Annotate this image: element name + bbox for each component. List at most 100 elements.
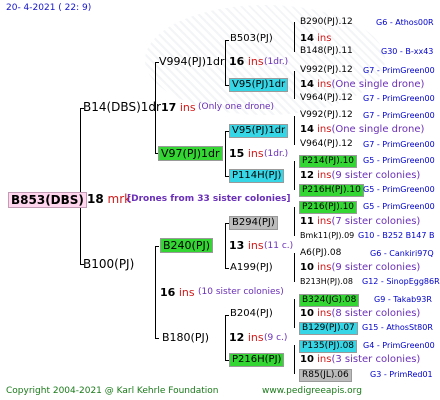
gen3-count: 11 ins(7 sister colonies) xyxy=(300,217,420,227)
gen3-colony-code[interactable]: B503(PJ) xyxy=(230,34,273,44)
count-unit: ins xyxy=(317,354,332,365)
gen2-colony-code[interactable]: B180(PJ) xyxy=(162,332,209,343)
gen3-colony-code[interactable]: B204(PJ) xyxy=(230,309,273,319)
gen4-colony-code[interactable]: A6(PJ).08 xyxy=(300,249,341,258)
gen4-info: G15 - AthosSt80R xyxy=(362,323,433,332)
gen2-note: (1dr.) xyxy=(264,57,289,67)
gen2-colony-code[interactable]: V97(PJ)1dr xyxy=(158,146,223,161)
gen4-info: G3 - PrimRed01 xyxy=(370,370,433,379)
gen4-info: G6 - Cankiri97Q xyxy=(370,249,434,258)
gen4-colony-code[interactable]: V964(PJ).12 xyxy=(300,94,353,103)
count-unit: ins xyxy=(317,308,332,319)
count-unit: ins xyxy=(317,79,332,90)
gen4-colony-code[interactable]: B148(PJ).11 xyxy=(300,47,353,56)
connector xyxy=(294,345,295,374)
gen3-colony-code[interactable]: B294(PJ) xyxy=(229,216,278,230)
gen3-count: 12 ins(9 sister colonies) xyxy=(300,171,420,181)
gen2-count: 12 ins xyxy=(229,332,264,343)
gen2-colony-code[interactable]: V994(PJ)1dr xyxy=(159,56,224,67)
connector xyxy=(225,315,229,316)
gen4-colony-code[interactable]: P216(PJ).10 xyxy=(299,201,358,214)
count-unit: ins xyxy=(317,124,332,135)
gen4-info: G5 - PrimGreen00 xyxy=(363,156,435,165)
footer-copyright: Copyright 2004-2021 @ Karl Kehrle Founda… xyxy=(6,386,219,396)
gen4-info: G6 - Athos00R xyxy=(376,18,434,27)
gen4-info: G4 - PrimGreen00 xyxy=(363,341,435,350)
connector xyxy=(294,299,295,328)
count-value: 16 xyxy=(229,55,245,68)
gen4-colony-code[interactable]: V992(PJ).12 xyxy=(300,66,353,75)
gen3-colony-code[interactable]: V95(PJ)1dr xyxy=(229,124,289,138)
connector xyxy=(225,40,226,86)
connector xyxy=(225,268,229,269)
gen2-note: (9 c.) xyxy=(264,333,288,343)
count-note: (One single drone) xyxy=(331,79,425,90)
root-count-value: 18 xyxy=(87,192,104,206)
gen4-colony-code[interactable]: R85(JL).06 xyxy=(299,369,352,382)
gen3-colony-code[interactable]: P216H(PJ) xyxy=(229,353,285,367)
connector xyxy=(225,40,229,41)
count-note: (9 sister colonies) xyxy=(331,262,421,273)
connector xyxy=(225,223,226,269)
count-value: 10 xyxy=(300,308,314,319)
count-value: 16 xyxy=(160,286,176,299)
count-unit: ins xyxy=(178,286,195,299)
gen1-colony-code[interactable]: B14(DBS)1dr xyxy=(83,101,161,113)
gen3-count: 14 ins xyxy=(300,34,331,44)
connector xyxy=(155,246,159,247)
gen1-colony-code[interactable]: B100(PJ) xyxy=(83,258,134,270)
connector xyxy=(294,116,295,145)
connector xyxy=(294,207,295,236)
gen4-info: G5 - PrimGreen00 xyxy=(363,185,435,194)
count-value: 17 xyxy=(161,101,177,114)
count-value: 10 xyxy=(300,262,314,273)
gen4-colony-code[interactable]: V964(PJ).12 xyxy=(300,140,353,149)
gen3-colony-code[interactable]: A199(PJ) xyxy=(230,263,273,273)
root-colony-code[interactable]: B853(DBS) xyxy=(8,192,87,208)
count-unit: ins xyxy=(247,331,264,344)
gen4-info: G7 - PrimGreen00 xyxy=(363,94,435,103)
gen4-colony-code[interactable]: B129(PJ).07 xyxy=(299,322,358,335)
count-value: 12 xyxy=(229,331,245,344)
gen3-colony-code[interactable]: V95(PJ)1dr xyxy=(229,78,289,92)
connector xyxy=(225,315,226,361)
count-unit: ins xyxy=(247,147,264,160)
count-note: (One single drone) xyxy=(331,124,425,135)
gen4-colony-code[interactable]: P135(PJ).08 xyxy=(299,340,358,353)
gen4-info: G12 - SinopEgg86R xyxy=(362,277,440,286)
connector xyxy=(294,71,295,99)
count-unit: ins xyxy=(317,216,332,227)
gen4-colony-code[interactable]: V992(PJ).12 xyxy=(300,111,353,120)
count-unit: ins xyxy=(247,239,264,252)
gen4-colony-code[interactable]: B324(JG).08 xyxy=(299,294,360,307)
gen1-count: 17 ins xyxy=(161,102,196,113)
count-unit: ins xyxy=(317,33,332,44)
gen4-info: G7 - PrimGreen00 xyxy=(363,140,435,149)
connector xyxy=(294,22,295,52)
connector xyxy=(225,131,226,177)
gen4-colony-code[interactable]: P216H(PJ).10 xyxy=(299,184,364,197)
connector xyxy=(155,338,159,339)
gen3-count: 10 ins(8 sister colonies) xyxy=(300,309,420,319)
footer-site-link[interactable]: www.pedigreeapis.org xyxy=(262,387,362,396)
gen4-colony-code[interactable]: B213H(PJ).08 xyxy=(300,278,353,286)
gen2-colony-code[interactable]: B240(PJ) xyxy=(160,238,214,253)
count-value: 14 xyxy=(300,33,314,44)
gen4-colony-code[interactable]: P214(PJ).10 xyxy=(299,155,358,168)
gen3-count: 14 ins(One single drone) xyxy=(300,80,424,90)
root-count: 18 mrk xyxy=(87,193,131,205)
gen2-count: 15 ins xyxy=(229,148,264,159)
header-date: 20- 4-2021 ( 22: 9) xyxy=(6,3,92,13)
gen3-count: 14 ins(One single drone) xyxy=(300,125,424,135)
connector xyxy=(294,161,295,190)
gen4-colony-code[interactable]: Bmk11(PJ).09 xyxy=(300,232,354,240)
gen2-count: 16 ins xyxy=(229,56,264,67)
connector xyxy=(155,246,156,338)
gen3-colony-code[interactable]: P114H(PJ) xyxy=(229,169,285,183)
count-note: (8 sister colonies) xyxy=(331,308,421,319)
count-value: 14 xyxy=(300,79,314,90)
count-note: (3 sister colonies) xyxy=(331,354,421,365)
gen1-count: 16 ins xyxy=(160,287,195,298)
gen4-colony-code[interactable]: B290(PJ).12 xyxy=(300,18,353,27)
count-unit: ins xyxy=(317,170,332,181)
